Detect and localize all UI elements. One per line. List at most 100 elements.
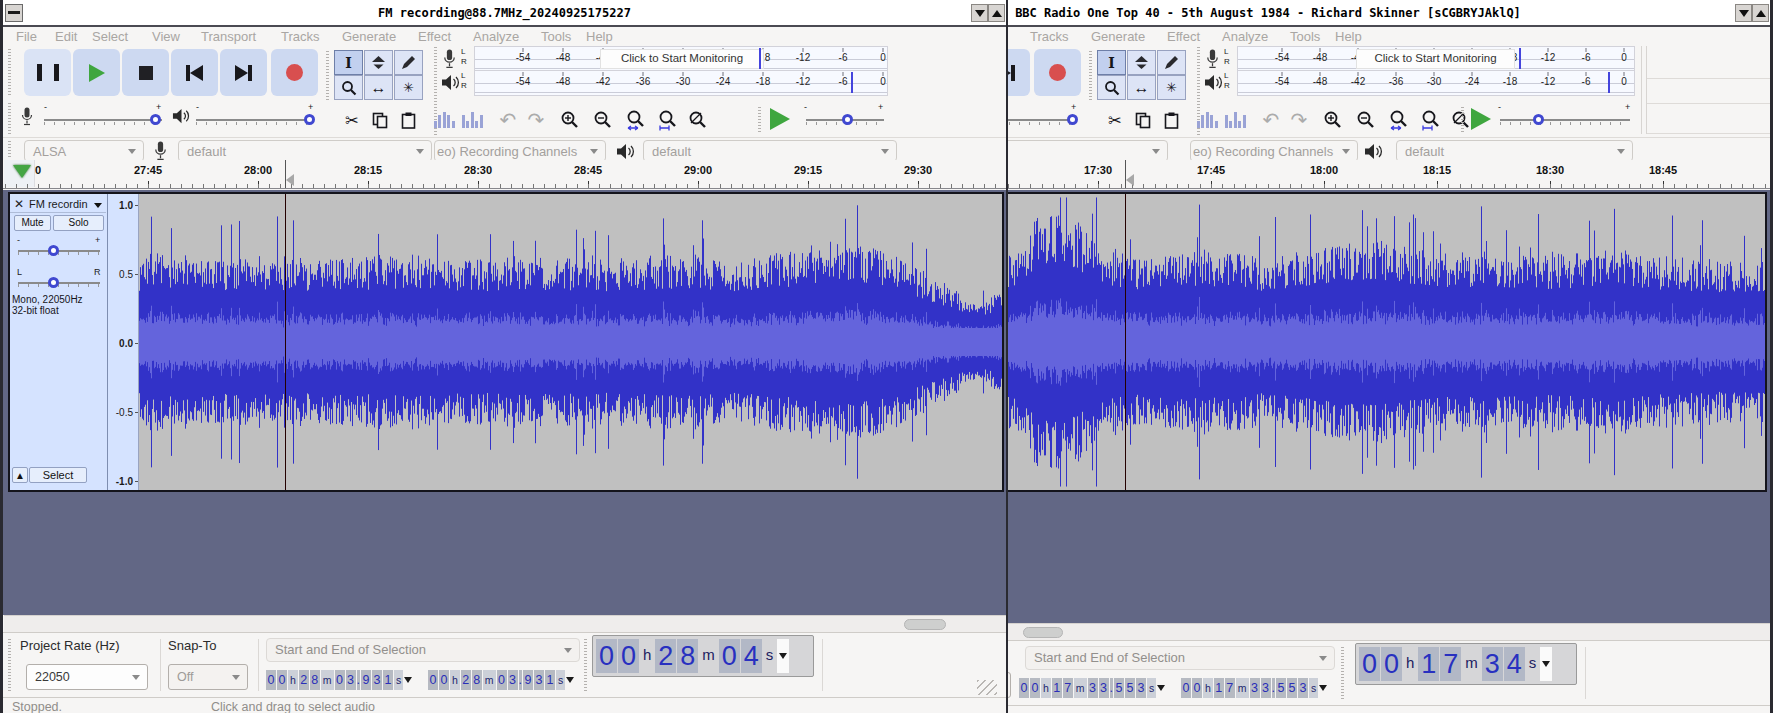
time-digit[interactable]: 5	[1276, 678, 1286, 698]
resize-grip[interactable]	[977, 680, 997, 695]
titlebar[interactable]: FM recording@88.7MHz_20240925175227	[0, 0, 1008, 27]
zoom-fit-button[interactable]	[654, 107, 682, 133]
big-time-display-right[interactable]: 00h17m34s	[1355, 643, 1577, 685]
record-volume-thumb[interactable]	[150, 114, 161, 125]
pause-button[interactable]	[24, 49, 71, 96]
time-dropdown-arrow-icon[interactable]	[1319, 685, 1327, 691]
draw-tool-button[interactable]	[394, 50, 423, 75]
zoom-selection-button[interactable]	[622, 107, 650, 133]
waveform[interactable]	[139, 194, 1002, 490]
menu-tools[interactable]: Tools	[1290, 29, 1320, 44]
track-menu-arrow-icon[interactable]	[94, 203, 102, 208]
horizontal-scrollbar[interactable]	[4, 615, 1006, 632]
redo-button[interactable]: ↷	[522, 107, 550, 133]
cut-button[interactable]: ✂	[338, 107, 366, 133]
play-meter-right[interactable]: -54-48-42-36-30-24-18-12-60	[1237, 70, 1635, 96]
silence-audio-button[interactable]	[458, 107, 486, 133]
time-digit[interactable]: 3	[1088, 678, 1098, 698]
audio-track[interactable]: ✕ FM recordin Mute Solo - + L R	[8, 192, 1004, 492]
time-digit[interactable]: 8	[310, 670, 320, 690]
paste-button[interactable]	[394, 107, 422, 133]
zoom-tool-button[interactable]	[334, 75, 363, 100]
record-button-right[interactable]	[1034, 49, 1081, 96]
gain-thumb[interactable]	[48, 245, 59, 256]
time-digit[interactable]: 1	[1052, 678, 1062, 698]
selection-end-field-right[interactable]: 00h17m33.553s	[1181, 678, 1327, 700]
menu-edit[interactable]: Edit	[55, 29, 77, 44]
time-digit[interactable]: 3	[1482, 647, 1503, 681]
trim-audio-button[interactable]	[430, 107, 458, 133]
zoom-in-button-right[interactable]	[1319, 107, 1347, 133]
time-digit[interactable]: 3	[534, 670, 544, 690]
skip-start-button[interactable]	[171, 49, 218, 96]
tools-grip[interactable]	[326, 51, 329, 101]
time-digit[interactable]: 8	[677, 639, 698, 673]
time-dropdown-arrow-icon[interactable]	[566, 677, 574, 683]
time-digit[interactable]: 9	[361, 670, 371, 690]
multi-tool-button-right[interactable]: ✳	[1157, 75, 1186, 100]
bigtime-grip[interactable]	[584, 639, 587, 691]
record-button[interactable]	[271, 49, 318, 96]
play-button[interactable]	[73, 49, 120, 96]
play-meter[interactable]: -54-48-42-36-30-24-18-12-60	[474, 70, 888, 96]
time-digit[interactable]: 7	[1063, 678, 1073, 698]
solo-button[interactable]: Solo	[53, 215, 104, 231]
silence-audio-button-right[interactable]	[1221, 107, 1249, 133]
play-at-speed-button[interactable]	[770, 108, 790, 130]
time-digit[interactable]: .	[357, 670, 360, 690]
time-digit[interactable]: 0	[596, 639, 617, 673]
time-digit[interactable]: 3	[372, 670, 382, 690]
recording-device-select-right[interactable]: default	[1008, 140, 1168, 162]
snap-to-select-right[interactable]	[1008, 672, 1011, 698]
maximize-button[interactable]	[988, 4, 1005, 22]
timeline-ruler[interactable]: 027:4528:0028:1528:3028:4529:0029:1529:3…	[0, 160, 1008, 189]
monitor-overlay[interactable]: Click to Start Monitoring	[1356, 49, 1515, 69]
recording-channels-select[interactable]: eo) Recording Channels	[434, 140, 606, 162]
time-digit[interactable]: 4	[1504, 647, 1525, 681]
time-digit[interactable]: 0	[277, 670, 287, 690]
time-digit[interactable]: 3	[1250, 678, 1260, 698]
time-digit[interactable]: 8	[472, 670, 482, 690]
skip-end-button-right[interactable]	[1008, 49, 1030, 96]
copy-button[interactable]	[366, 107, 394, 133]
collapse-track-button[interactable]: ▲	[12, 467, 28, 483]
playback-device-select-right[interactable]: default	[1396, 140, 1633, 162]
snap-to-select[interactable]: Off	[168, 664, 248, 690]
time-dropdown-arrow-icon[interactable]	[1157, 685, 1165, 691]
time-digit[interactable]: 5	[1287, 678, 1297, 698]
time-digit[interactable]: 3	[1261, 678, 1271, 698]
bigtime-grip-right[interactable]	[1341, 647, 1344, 699]
timeshift-tool-button[interactable]: ↔	[364, 75, 393, 100]
menu-tools[interactable]: Tools	[541, 29, 571, 44]
track-close-button[interactable]: ✕	[14, 197, 24, 211]
minimize-button-right[interactable]	[1735, 4, 1752, 22]
trim-audio-button-right[interactable]	[1193, 107, 1221, 133]
toolbar-grip[interactable]	[8, 49, 11, 97]
menu-view[interactable]: View	[152, 29, 180, 44]
time-digit[interactable]: 3	[1136, 678, 1146, 698]
track-area[interactable]: ✕ FM recordin Mute Solo - + L R	[0, 190, 1008, 615]
time-dropdown-arrow-icon[interactable]	[404, 677, 412, 683]
menu-help[interactable]: Help	[1335, 29, 1362, 44]
menu-effect[interactable]: Effect	[1167, 29, 1200, 44]
menu-tracks[interactable]: Tracks	[1030, 29, 1069, 44]
time-digit[interactable]: .	[1272, 678, 1275, 698]
time-digit[interactable]: 1	[383, 670, 393, 690]
time-digit[interactable]: 5	[1125, 678, 1135, 698]
monitor-overlay[interactable]: Click to Start Monitoring	[600, 49, 764, 69]
audio-track-right[interactable]	[1008, 192, 1767, 492]
time-digit[interactable]: 2	[461, 670, 471, 690]
menu-analyze[interactable]: Analyze	[473, 29, 519, 44]
playback-volume-slider[interactable]	[196, 119, 314, 121]
time-digit[interactable]: .	[1110, 678, 1113, 698]
recording-device-select[interactable]: default	[178, 140, 432, 162]
horizontal-scrollbar-thumb-right[interactable]	[1023, 627, 1063, 638]
undo-button-right[interactable]: ↶	[1257, 107, 1285, 133]
selection-tool-button[interactable]: I	[334, 50, 363, 75]
zoom-toggle-button[interactable]	[684, 107, 712, 133]
time-digit[interactable]: 0	[1019, 678, 1029, 698]
redo-button-right[interactable]: ↷	[1285, 107, 1313, 133]
audio-host-select[interactable]: ALSA	[24, 140, 144, 162]
minimize-button[interactable]	[971, 4, 988, 22]
recording-channels-select-right[interactable]: eo) Recording Channels	[1190, 140, 1358, 162]
